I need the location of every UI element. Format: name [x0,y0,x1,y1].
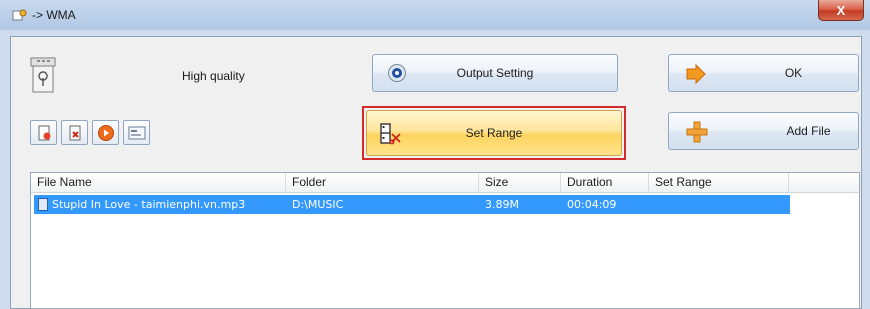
ok-label: OK [784,66,803,80]
play-icon [97,124,114,141]
properties-icon [128,126,145,139]
plus-icon [686,121,708,143]
add-file-button[interactable]: Add File [668,112,859,150]
add-file-label: Add File [786,124,831,138]
column-header-folder[interactable]: Folder [286,173,479,192]
properties-button[interactable] [123,120,150,145]
arrow-right-icon [686,64,706,84]
settings-sheet-icon[interactable] [30,56,56,94]
window-title: -> WMA [32,8,76,22]
ok-button[interactable]: OK [668,54,859,92]
column-header-set-range[interactable]: Set Range [649,173,789,192]
column-header-size[interactable]: Size [479,173,561,192]
table-row[interactable]: Stupid In Love - taimienphi.vn.mp3 D:\MU… [34,195,790,214]
column-header-duration[interactable]: Duration [561,173,649,192]
remove-file-button[interactable] [61,120,88,145]
audio-file-icon [38,198,48,211]
cell-folder: D:\MUSIC [292,198,344,211]
cell-file-name: Stupid In Love - taimienphi.vn.mp3 [52,198,246,211]
column-header-file-name[interactable]: File Name [31,173,286,192]
remove-file-icon [69,125,80,140]
list-header: File Name Folder Size Duration Set Range [31,173,859,193]
quality-label: High quality [182,69,245,83]
new-file-icon [38,125,50,140]
app-icon [12,9,27,21]
cell-size: 3.89M [485,198,519,211]
output-setting-button[interactable]: Output Setting [372,54,618,92]
play-button[interactable] [92,120,119,145]
highlight-frame [362,106,626,160]
new-file-button[interactable] [30,120,57,145]
output-setting-label: Output Setting [456,66,534,80]
cell-duration: 00:04:09 [567,198,617,211]
title-bar: -> WMA X [0,0,870,30]
file-list[interactable]: File Name Folder Size Duration Set Range… [30,172,860,309]
close-button[interactable]: X [818,0,864,21]
